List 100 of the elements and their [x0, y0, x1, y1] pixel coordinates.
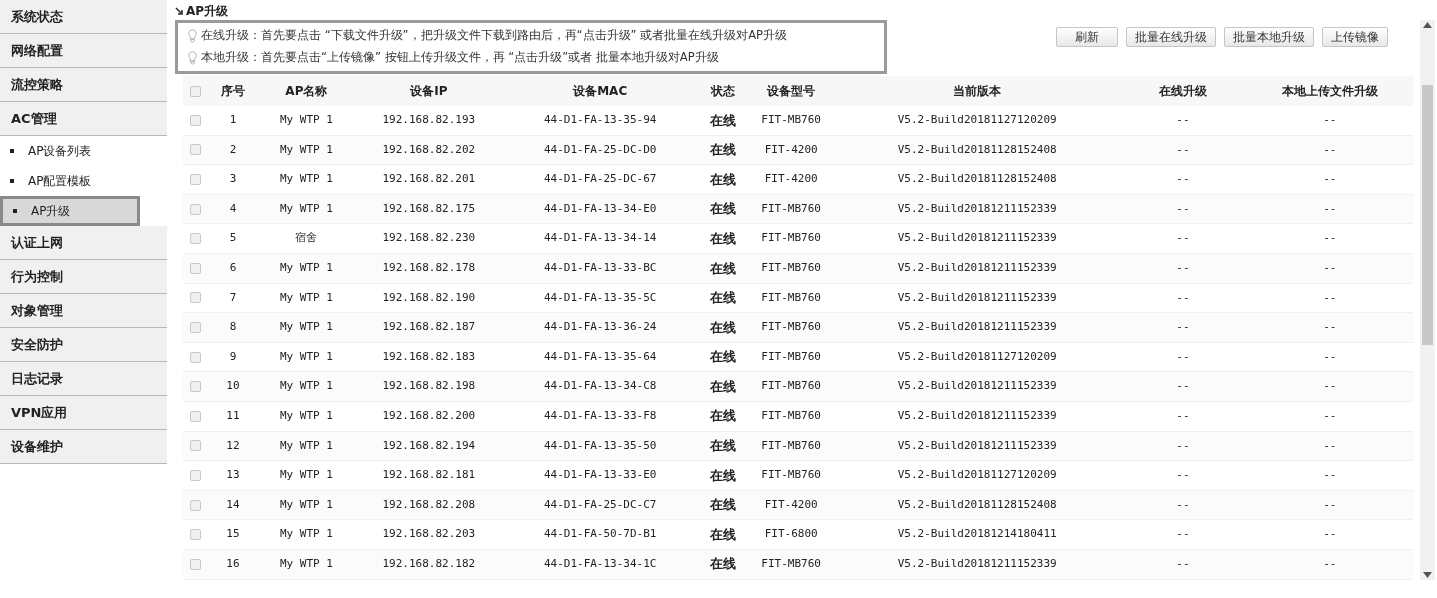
- checkbox[interactable]: [190, 351, 202, 363]
- sidebar-item[interactable]: 网络配置: [0, 34, 167, 68]
- table-cell-text: V5.2-Build20181211152339: [896, 200, 1058, 217]
- toolbar-button[interactable]: 上传镜像: [1322, 27, 1388, 47]
- table-cell-text: FIT-MB760: [760, 348, 822, 365]
- table-cell-text: V5.2-Build20181211152339: [896, 260, 1058, 276]
- table-cell-text: --: [1322, 467, 1338, 484]
- table-cell-text: 192.168.82.201: [381, 171, 477, 188]
- table-cell-text: 192.168.82.181: [381, 467, 477, 484]
- column-header: 设备IP: [408, 83, 449, 100]
- table-cell-text: V5.2-Build20181127120209: [896, 112, 1058, 129]
- table-cell-text: 192.168.82.203: [381, 526, 477, 543]
- table-cell-text: 16: [225, 555, 241, 572]
- table-cell-text: --: [1175, 496, 1191, 513]
- toolbar-button[interactable]: 批量在线升级: [1126, 27, 1216, 47]
- table-cell-text: FIT-MB760: [760, 289, 822, 306]
- status-text: 在线: [708, 200, 737, 219]
- sidebar-item[interactable]: 流控策略: [0, 68, 167, 102]
- checkbox[interactable]: [190, 381, 202, 393]
- table-cell-text: My WTP 1: [278, 289, 334, 306]
- checkbox[interactable]: [190, 558, 202, 570]
- checkbox[interactable]: [190, 292, 202, 304]
- table-cell-text: FIT-MB760: [760, 260, 822, 276]
- table-cell-text: V5.2-Build20181211152339: [896, 289, 1058, 306]
- column-header: 本地上传文件升级: [1280, 83, 1379, 100]
- checkbox[interactable]: [190, 440, 202, 452]
- column-header: 在线升级: [1157, 83, 1208, 100]
- checkbox[interactable]: [190, 114, 202, 126]
- sidebar-item[interactable]: 认证上网: [0, 226, 167, 260]
- sidebar-item[interactable]: VPN应用: [0, 396, 167, 430]
- table-cell-text: 6: [228, 260, 238, 276]
- table-cell-text: --: [1322, 378, 1338, 395]
- table-cell-text: 192.168.82.194: [381, 437, 477, 454]
- toolbar-button[interactable]: 刷新: [1056, 27, 1118, 47]
- column-header: 设备MAC: [571, 83, 629, 100]
- column-header: 状态: [709, 83, 736, 100]
- table-cell-text: 10: [225, 378, 241, 395]
- checkbox[interactable]: [190, 203, 202, 215]
- table-cell-text: 192.168.82.208: [381, 496, 477, 513]
- table-cell-text: --: [1175, 408, 1191, 424]
- sidebar-item[interactable]: AC管理: [0, 102, 167, 136]
- table-cell-text: My WTP 1: [278, 555, 334, 572]
- checkbox[interactable]: [190, 469, 202, 481]
- table-cell-text: --: [1175, 260, 1191, 276]
- status-text: 在线: [708, 141, 737, 160]
- table-cell-text: V5.2-Build20181211152339: [896, 408, 1058, 424]
- table-cell-text: FIT-MB760: [760, 555, 822, 572]
- table-cell-text: --: [1175, 555, 1191, 572]
- table-cell-text: FIT-MB760: [760, 378, 822, 395]
- table-cell-text: My WTP 1: [278, 171, 334, 188]
- scroll-up-icon[interactable]: [1423, 22, 1432, 28]
- checkbox[interactable]: [190, 321, 202, 333]
- table-cell-text: 44-D1-FA-13-35-50: [542, 437, 658, 454]
- table-cell-text: --: [1175, 348, 1191, 365]
- checkbox[interactable]: [190, 410, 202, 422]
- table-cell-text: 192.168.82.198: [381, 378, 477, 395]
- table-cell-text: FIT-4200: [763, 141, 819, 158]
- column-header: 序号: [219, 83, 246, 100]
- table-cell-text: FIT-MB760: [760, 437, 822, 454]
- table-cell-text: --: [1322, 112, 1338, 129]
- status-text: 在线: [708, 289, 737, 308]
- checkbox[interactable]: [190, 499, 202, 511]
- sidebar-item[interactable]: 日志记录: [0, 362, 167, 396]
- checkbox[interactable]: [190, 233, 202, 245]
- sidebar-item[interactable]: 系统状态: [0, 0, 167, 34]
- bullet-icon: [10, 179, 14, 183]
- table-cell-text: V5.2-Build20181128152408: [896, 141, 1058, 158]
- table-cell-text: V5.2-Build20181211152339: [896, 555, 1058, 572]
- toolbar-button[interactable]: 批量本地升级: [1224, 27, 1314, 47]
- sidebar-subitem[interactable]: AP升级: [0, 196, 140, 226]
- sidebar-item[interactable]: 安全防护: [0, 328, 167, 362]
- table-cell-text: 192.168.82.175: [381, 200, 477, 217]
- table-cell-text: 192.168.82.182: [381, 555, 477, 572]
- scrollbar-thumb[interactable]: [1422, 85, 1433, 345]
- table-cell-text: 44-D1-FA-13-34-C8: [542, 378, 658, 395]
- status-text: 在线: [708, 437, 737, 456]
- scroll-down-icon[interactable]: [1423, 572, 1432, 578]
- sidebar-item[interactable]: 设备维护: [0, 430, 167, 464]
- table-cell-text: 1: [228, 112, 238, 129]
- checkbox[interactable]: [190, 262, 202, 274]
- table-cell-text: 12: [225, 437, 241, 454]
- checkbox[interactable]: [190, 174, 202, 185]
- table-cell-text: 15: [225, 526, 241, 543]
- table-cell-text: FIT-MB760: [760, 408, 822, 424]
- table-cell-text: 192.168.82.190: [381, 289, 477, 306]
- bullet-icon: [10, 149, 14, 153]
- table-cell-text: 192.168.82.178: [381, 260, 477, 276]
- checkbox[interactable]: [190, 85, 202, 97]
- table-cell-text: My WTP 1: [278, 496, 334, 513]
- table-cell-text: --: [1322, 319, 1338, 336]
- table-cell-text: 9: [228, 348, 238, 365]
- checkbox[interactable]: [190, 144, 202, 156]
- table-cell-text: --: [1175, 141, 1191, 158]
- table-cell-text: 44-D1-FA-13-35-5C: [542, 289, 658, 306]
- checkbox[interactable]: [190, 529, 202, 541]
- table-cell-text: FIT-MB760: [760, 112, 822, 129]
- sidebar-item[interactable]: 行为控制: [0, 260, 167, 294]
- sidebar-item[interactable]: 对象管理: [0, 294, 167, 328]
- table-cell-text: My WTP 1: [278, 378, 334, 395]
- table-cell-text: 7: [228, 289, 238, 306]
